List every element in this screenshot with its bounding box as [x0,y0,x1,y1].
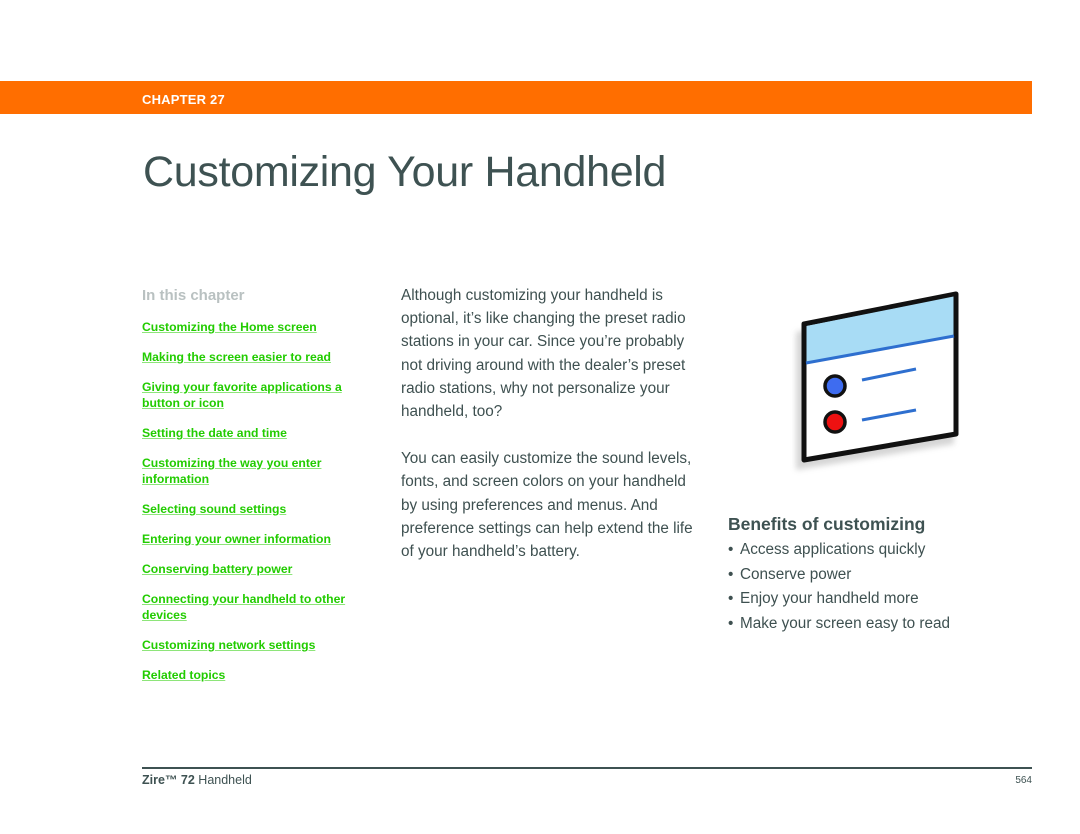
toc-link-owner[interactable]: Entering your owner information [142,532,331,546]
product-brand: Zire™ 72 [142,773,195,787]
toc-link-favorite-apps[interactable]: Giving your favorite applications a butt… [142,380,342,410]
benefit-item: • Make your screen easy to read [728,612,950,637]
intro-paragraph: Although customizing your handheld is op… [401,287,686,421]
benefit-item: • Conserve power [728,563,950,588]
preferences-window-icon [790,288,970,478]
toc-link-sound[interactable]: Selecting sound settings [142,502,286,516]
toc-link-battery[interactable]: Conserving battery power [142,562,292,576]
benefit-text: Conserve power [740,565,852,583]
toc-item: Selecting sound settings [142,501,362,517]
toc-item: Connecting your handheld to other device… [142,591,362,623]
toc-heading: In this chapter [142,287,245,304]
red-dot-icon [823,410,847,434]
product-suffix: Handheld [194,773,252,787]
footer-divider [142,767,1032,769]
benefit-item: • Access applications quickly [728,538,950,563]
chapter-contents-list: Customizing the Home screen Making the s… [142,319,362,697]
toc-link-related[interactable]: Related topics [142,668,225,682]
bullet-icon: • [728,541,734,558]
toc-link-enter-info[interactable]: Customizing the way you enter informatio… [142,456,321,486]
benefits-heading: Benefits of customizing [728,514,926,534]
benefit-item: • Enjoy your handheld more [728,587,950,612]
chapter-banner: CHAPTER 27 [0,81,1032,114]
toc-item: Entering your owner information [142,531,362,547]
bullet-icon: • [728,614,734,632]
chapter-label: CHAPTER 27 [142,92,225,107]
intro-text: Although customizing your handheld is op… [401,284,706,587]
benefit-text: Enjoy your handheld more [740,590,919,607]
toc-link-network[interactable]: Customizing network settings [142,638,315,652]
blue-dot-icon [823,374,847,398]
benefit-text: Access applications quickly [740,541,926,558]
toc-item: Customizing the way you enter informatio… [142,455,362,487]
toc-item: Customizing the Home screen [142,319,362,335]
toc-item: Conserving battery power [142,561,362,577]
intro-paragraph: You can easily customize the sound level… [401,450,693,561]
toc-item: Related topics [142,667,362,683]
toc-item: Giving your favorite applications a butt… [142,379,362,411]
toc-link-home-screen[interactable]: Customizing the Home screen [142,320,317,334]
toc-item: Setting the date and time [142,425,362,441]
toc-link-screen-easier[interactable]: Making the screen easier to read [142,350,331,364]
bullet-icon: • [728,565,734,583]
benefit-text: Make your screen easy to read [740,614,951,632]
page-number: 564 [1015,775,1032,786]
footer-product-name: Zire™ 72 Handheld [142,773,252,787]
toc-item: Making the screen easier to read [142,349,362,365]
benefits-list: • Access applications quickly • Conserve p… [728,538,950,636]
toc-item: Customizing network settings [142,637,362,653]
toc-link-connecting[interactable]: Connecting your handheld to other device… [142,592,345,622]
page-title: Customizing Your Handheld [143,148,667,196]
bullet-icon: • [728,590,734,607]
toc-link-date-time[interactable]: Setting the date and time [142,426,287,440]
